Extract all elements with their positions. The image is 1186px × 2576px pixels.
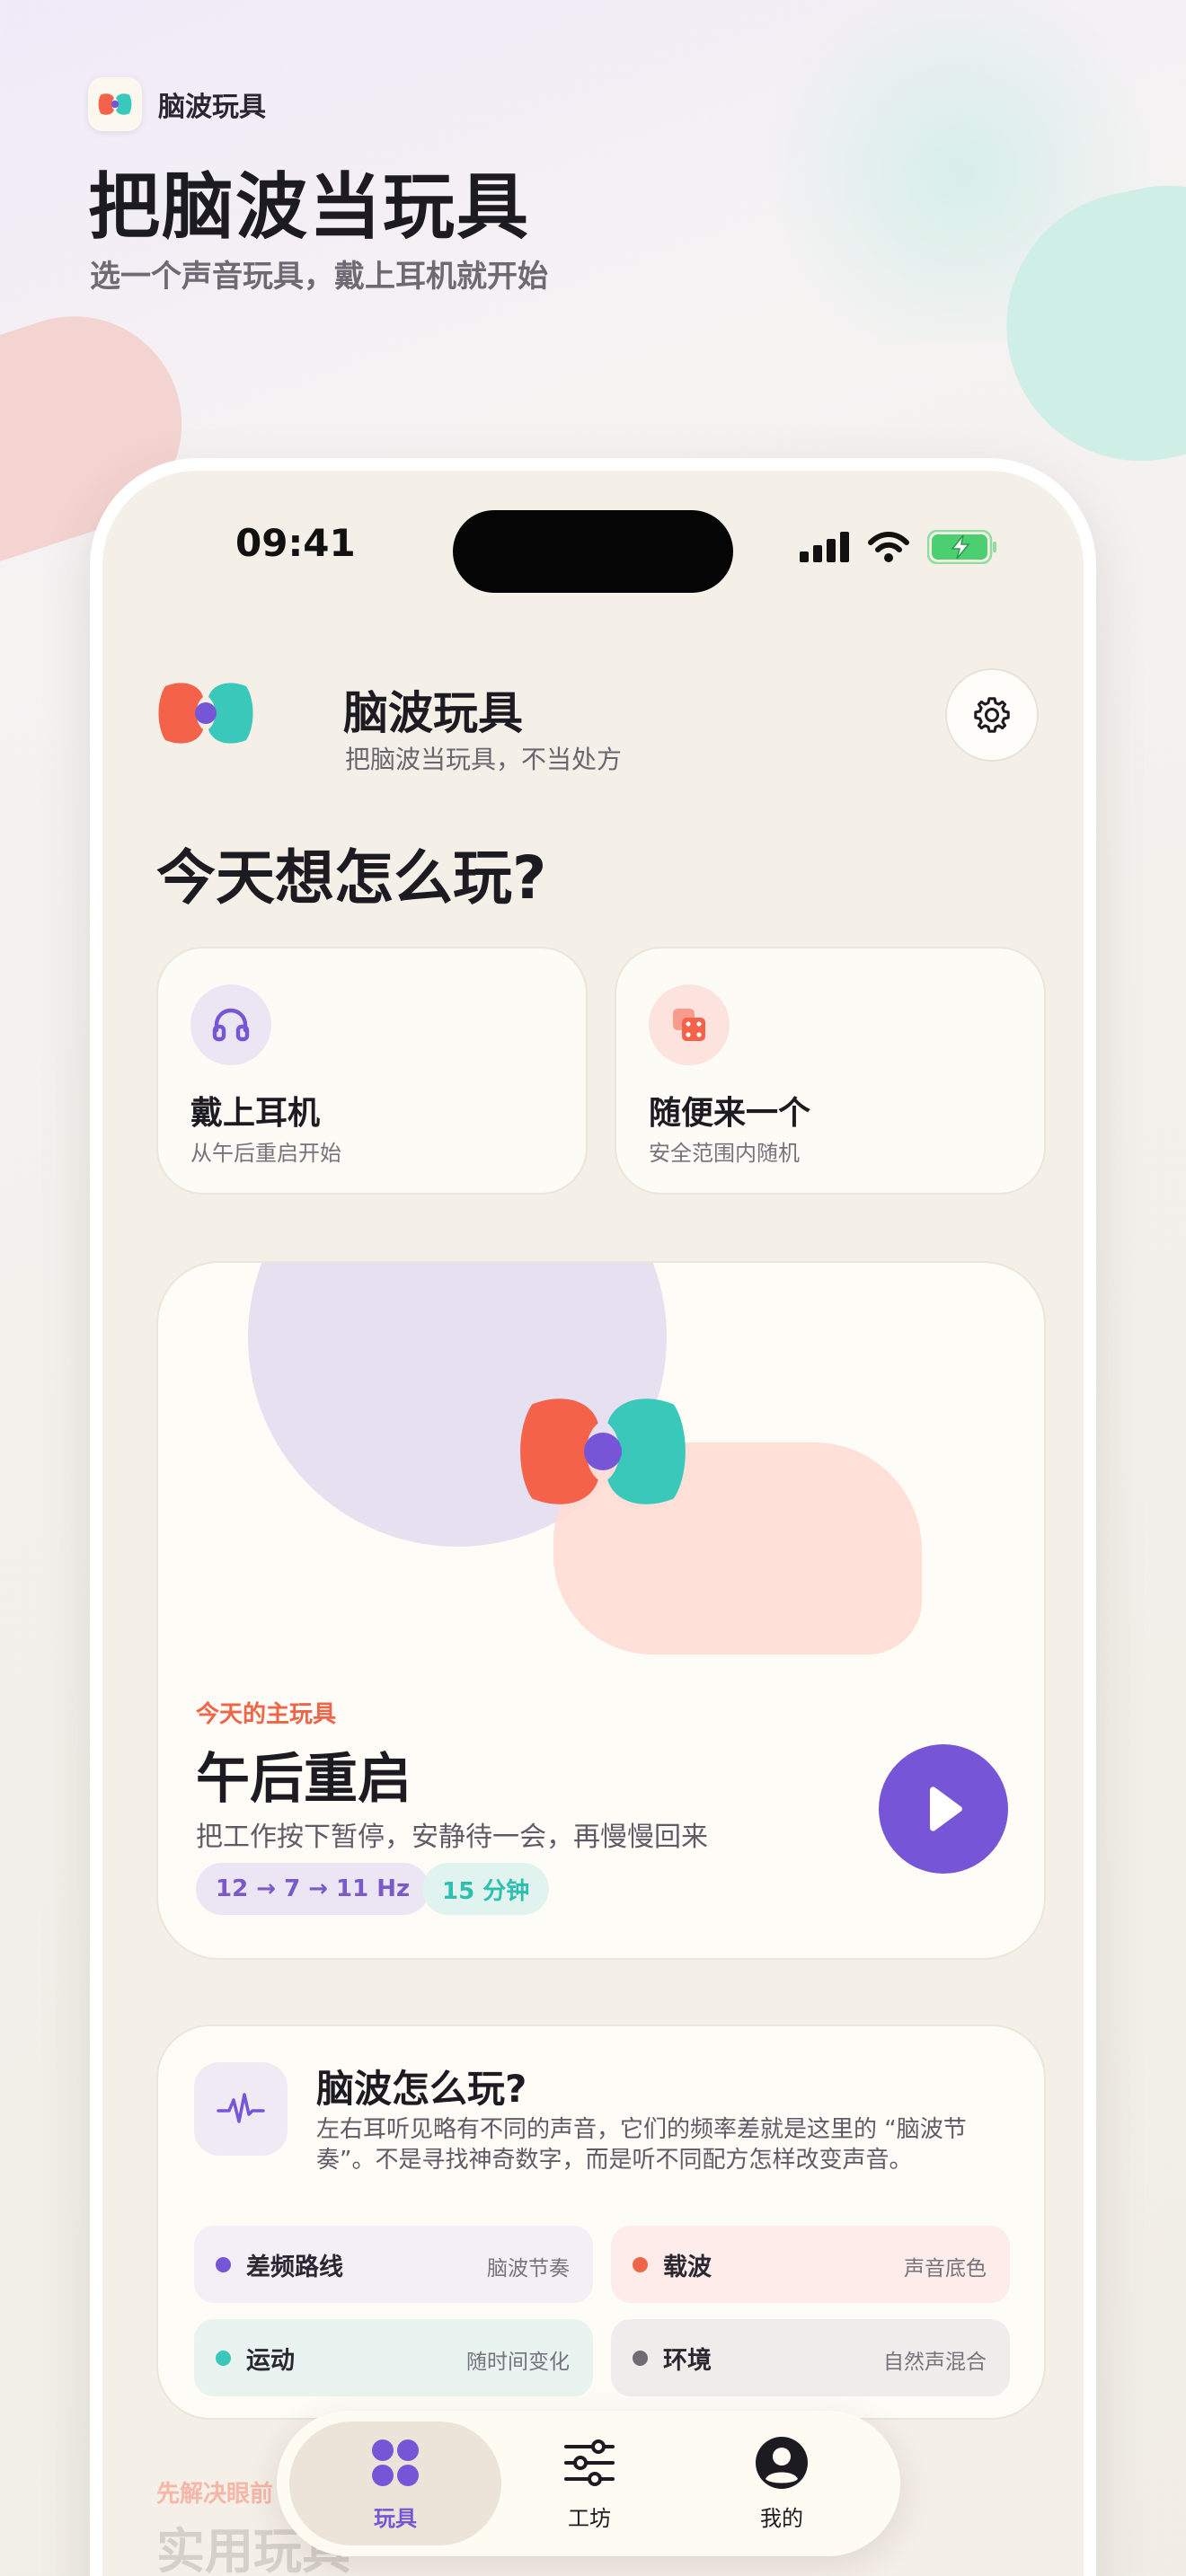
marketing-title: 把脑波当玩具 [88,165,530,249]
quick-action-subtitle: 从午后重启开始 [190,1141,341,1166]
phone-frame: 09:41 脑波玩具 把脑波当玩具，不当处方 今天想怎么玩? 戴上耳机 从午后重… [90,458,1096,2576]
tile-note: 脑波节奏 [487,2257,570,2280]
tile-motion[interactable]: 运动 随时间变化 [194,2319,593,2396]
tile-note: 自然声混合 [883,2351,987,2374]
tile-label: 运动 [246,2347,295,2375]
quick-action-title: 戴上耳机 [190,1095,321,1132]
dynamic-island [453,510,733,593]
waveform-icon [194,2062,288,2156]
marketing-app-name: 脑波玩具 [158,92,266,123]
frequency-chip: 12 → 7 → 11 Hz [196,1863,430,1915]
featured-title: 午后重启 [196,1748,412,1811]
explainer-description: 左右耳听见略有不同的声音，它们的频率差就是这里的 “脑波节奏”。不是寻找神奇数字… [316,2116,967,2174]
tab-label: 工坊 [568,2506,611,2531]
marketing-subtitle: 选一个声音玩具，戴上耳机就开始 [90,259,548,295]
tile-carrier[interactable]: 载波 声音底色 [611,2226,1010,2303]
app-logo-icon [158,683,253,744]
play-button[interactable] [879,1744,1008,1874]
grid-icon [372,2439,419,2486]
settings-button[interactable] [945,668,1039,762]
app-screen: 09:41 脑波玩具 把脑波当玩具，不当处方 今天想怎么玩? 戴上耳机 从午后重… [102,471,1084,2576]
tile-dot [633,2351,648,2366]
signal-icon [800,532,849,562]
featured-description: 把工作按下暂停，安静待一会，再慢慢回来 [196,1822,708,1853]
tile-dot [633,2257,648,2272]
tile-note: 随时间变化 [466,2351,570,2374]
tile-note: 声音底色 [904,2257,987,2280]
featured-toy-card[interactable]: 今天的主玩具 午后重启 把工作按下暂停，安静待一会，再慢慢回来 12 → 7 →… [156,1261,1046,1960]
dice-icon [649,984,730,1065]
app-header: 脑波玩具 把脑波当玩具，不当处方 [156,668,1039,776]
section-kicker: 先解决眼前 [156,2481,274,2508]
tile-dot [216,2351,231,2366]
tile-label: 差频路线 [246,2254,343,2281]
tile-ambience[interactable]: 环境 自然声混合 [611,2319,1010,2396]
duration-chip: 15 分钟 [422,1863,550,1915]
tile-dot [216,2257,231,2272]
profile-icon [756,2437,808,2489]
tab-label: 我的 [760,2506,803,2531]
quick-action-subtitle: 安全范围内随机 [649,1141,800,1166]
marketing-app-badge: 脑波玩具 [88,77,266,131]
app-logo-icon [88,77,142,131]
app-logo-illustration [520,1398,686,1504]
headphones-icon [190,984,271,1065]
tab-label: 玩具 [374,2506,417,2531]
quick-action-random[interactable]: 随便来一个 安全范围内随机 [615,947,1046,1195]
tab-workshop[interactable]: 工坊 [518,2436,661,2532]
status-time: 09:41 [235,521,356,565]
app-tagline: 把脑波当玩具，不当处方 [345,745,623,774]
quick-action-title: 随便来一个 [649,1095,811,1132]
battery-charging-icon [927,530,996,564]
explainer-title: 脑波怎么玩? [316,2067,527,2111]
tile-beat-route[interactable]: 差频路线 脑波节奏 [194,2226,593,2303]
app-name: 脑波玩具 [343,687,523,739]
gear-icon [974,697,1010,733]
sliders-icon [564,2439,615,2486]
tab-profile[interactable]: 我的 [710,2436,854,2532]
tab-toys[interactable]: 玩具 [323,2436,467,2532]
play-icon [930,1786,962,1831]
tile-label: 载波 [663,2254,712,2281]
featured-kicker: 今天的主玩具 [196,1701,337,1728]
quick-action-headphones[interactable]: 戴上耳机 从午后重启开始 [156,947,588,1195]
explainer-card: 脑波怎么玩? 左右耳听见略有不同的声音，它们的频率差就是这里的 “脑波节奏”。不… [156,2025,1046,2420]
tab-bar: 玩具 工坊 我的 [277,2411,900,2556]
today-heading: 今天想怎么玩? [156,843,547,913]
status-icons [800,530,997,564]
wifi-icon [868,532,909,562]
tile-label: 环境 [663,2347,712,2375]
